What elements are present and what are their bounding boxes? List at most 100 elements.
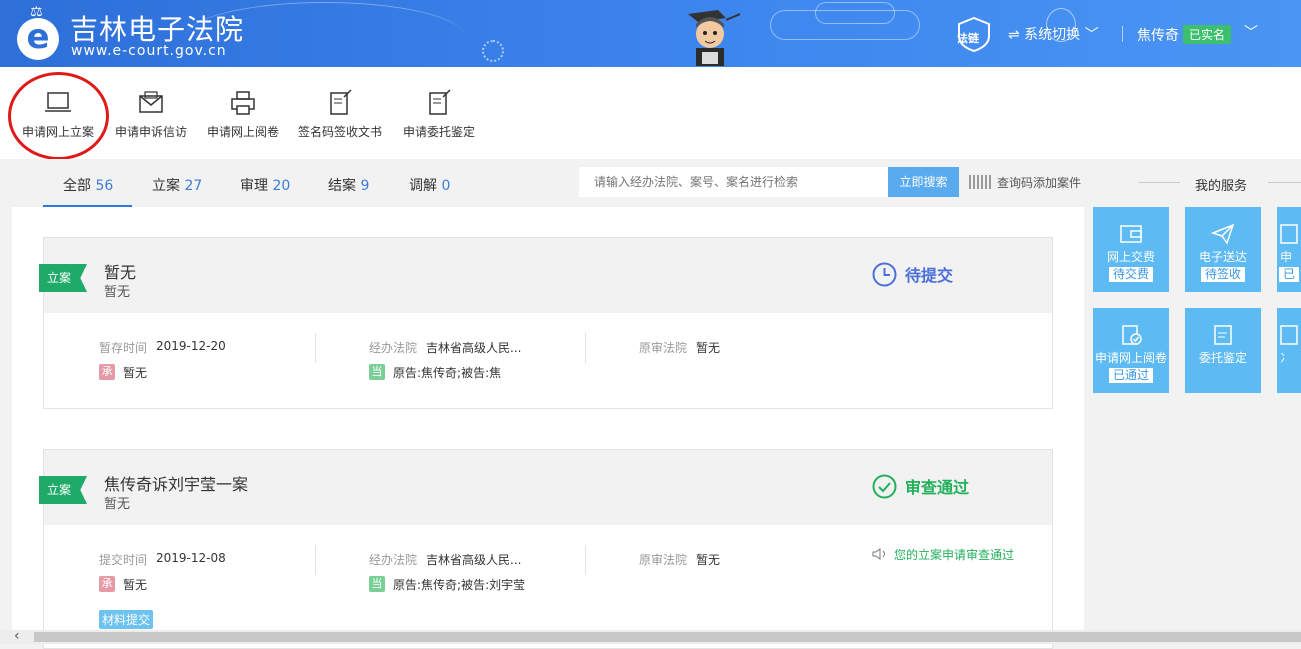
- field-label: 经办法院: [369, 553, 418, 567]
- envelope-icon: [139, 91, 163, 113]
- toolbar-label: 申请网上阅卷: [207, 125, 280, 139]
- document-edit-icon: [429, 89, 451, 115]
- field-value: 暂无: [696, 553, 721, 567]
- user-name[interactable]: 焦传奇: [1137, 25, 1179, 45]
- field-label: 经办法院: [369, 341, 418, 355]
- service-online-payment[interactable]: 网上交费 待交费: [1093, 207, 1169, 292]
- field-value: 暂无: [696, 341, 721, 355]
- case-card[interactable]: 立案 焦传奇诉刘宇莹一案 暂无 审查通过 提交时间 2019-12-08 经办法…: [39, 449, 1053, 649]
- services-title: 我的服务: [1195, 179, 1248, 194]
- case-type-tag: 立案: [39, 476, 87, 504]
- undertaker-badge: 承: [99, 364, 115, 380]
- horizontal-scrollbar[interactable]: ‹: [0, 628, 1301, 644]
- scrollbar-thumb[interactable]: [34, 632, 1301, 642]
- case-status: 审查通过: [872, 474, 969, 499]
- tab-mediation[interactable]: 调解 0: [409, 175, 450, 195]
- tab-label: 调解: [409, 178, 437, 194]
- service-label: 申请网上阅卷: [1094, 351, 1167, 365]
- divider: [1268, 182, 1301, 183]
- party-value: 原告:焦传奇;被告:焦: [393, 366, 502, 380]
- field-label: 原审法院: [639, 341, 688, 355]
- field-value: 吉林省高级人民...: [426, 553, 522, 567]
- case-title[interactable]: 暂无: [104, 259, 136, 283]
- service-appraisal[interactable]: 委托鉴定: [1185, 308, 1261, 393]
- tab-count: 56: [95, 178, 114, 194]
- document-icon: [1280, 325, 1298, 345]
- undertaker-value: 暂无: [123, 366, 148, 380]
- cloud-decoration: [815, 2, 895, 24]
- chevron-down-icon[interactable]: ﹀: [1244, 22, 1258, 42]
- scroll-left-arrow-icon[interactable]: ‹: [14, 628, 20, 644]
- service-badge: 待交费: [1108, 267, 1153, 282]
- site-url: www.e-court.gov.cn: [71, 43, 227, 59]
- service-badge: 已通过: [1108, 368, 1153, 383]
- apply-petition-button[interactable]: 申请申诉信访: [115, 89, 187, 140]
- field-label: 提交时间: [99, 553, 148, 567]
- tab-filing[interactable]: 立案 27: [152, 175, 202, 195]
- speaker-icon: [872, 548, 885, 560]
- service-partial[interactable]: 冫: [1277, 308, 1301, 393]
- tab-trial[interactable]: 审理 20: [240, 175, 290, 195]
- court-logo[interactable]: e: [17, 18, 59, 60]
- document-edit-icon: [1214, 325, 1232, 345]
- field-value: 2019-12-08: [156, 551, 226, 565]
- tab-label: 结案: [328, 178, 356, 194]
- service-label: 冫: [1280, 351, 1293, 365]
- field-label: 暂存时间: [99, 341, 148, 355]
- service-partial[interactable]: 申 已: [1277, 207, 1301, 292]
- tab-all[interactable]: 全部 56: [63, 175, 113, 195]
- column-divider: [315, 545, 316, 575]
- system-switch-button[interactable]: ⇌ 系统切换 ﹀: [1008, 24, 1099, 44]
- check-circle-icon: [872, 474, 897, 499]
- search-input[interactable]: [579, 167, 888, 197]
- barcode-icon: [969, 175, 991, 189]
- service-badge: 已: [1278, 267, 1299, 282]
- service-read-files[interactable]: 申请网上阅卷 已通过: [1093, 308, 1169, 393]
- apply-appraisal-button[interactable]: 申请委托鉴定: [403, 89, 475, 140]
- site-title[interactable]: 吉林电子法院: [70, 8, 244, 48]
- party-badge: 当: [369, 364, 385, 380]
- case-status: 待提交: [872, 262, 953, 287]
- case-notice[interactable]: 您的立案申请审查通过: [872, 546, 1014, 563]
- column-divider: [585, 545, 586, 575]
- toolbar-label: 申请委托鉴定: [403, 125, 476, 139]
- sign-code-receive-button[interactable]: 签名码签收文书: [298, 89, 382, 140]
- field-label: 原审法院: [639, 553, 688, 567]
- mascot-icon: [688, 10, 740, 66]
- case-card[interactable]: 立案 暂无 暂无 待提交 暂存时间 2019-12-20 经办法院 吉林省高级人…: [39, 237, 1053, 409]
- notice-text: 您的立案申请审查通过: [894, 548, 1015, 562]
- case-type-tag: 立案: [39, 264, 87, 292]
- sun-decoration: [482, 40, 504, 62]
- apply-read-files-button[interactable]: 申请网上阅卷: [207, 89, 279, 140]
- service-label: 电子送达: [1198, 250, 1247, 264]
- tab-closed[interactable]: 结案 9: [328, 175, 369, 195]
- tab-label: 审理: [240, 178, 268, 194]
- document-icon: [1280, 224, 1298, 244]
- undertaker-value: 暂无: [123, 578, 148, 592]
- tab-label: 立案: [152, 178, 180, 194]
- tab-count: 9: [360, 178, 370, 194]
- undertaker-badge: 承: [99, 576, 115, 592]
- code-add-label: 查询码添加案件: [997, 176, 1082, 190]
- query-code-add-case-button[interactable]: 查询码添加案件: [969, 174, 1081, 191]
- field-value: 吉林省高级人民...: [426, 341, 522, 355]
- tab-count: 20: [272, 178, 291, 194]
- falian-label[interactable]: 法链: [957, 30, 979, 46]
- case-tabs-bar: 全部 56 立案 27 审理 20 结案 9 调解 0 立即搜索 查询码添加案件…: [0, 159, 1301, 207]
- highlight-circle-annotation: [8, 72, 109, 160]
- search-button[interactable]: 立即搜索: [888, 167, 959, 197]
- case-title[interactable]: 焦传奇诉刘宇莹一案: [104, 471, 248, 495]
- header-divider: [1122, 26, 1123, 42]
- case-number: 暂无: [104, 497, 131, 512]
- service-label: 委托鉴定: [1198, 351, 1247, 365]
- toolbar-label: 签名码签收文书: [298, 125, 383, 139]
- toolbar-label: 申请申诉信访: [115, 125, 188, 139]
- tab-count: 27: [184, 178, 203, 194]
- material-submit-tag[interactable]: 材料提交: [99, 610, 154, 629]
- service-e-delivery[interactable]: 电子送达 待签收: [1185, 207, 1261, 292]
- wallet-icon: [1120, 225, 1142, 243]
- tab-label: 全部: [63, 178, 91, 194]
- case-status-label: 待提交: [905, 266, 954, 285]
- column-divider: [315, 333, 316, 363]
- case-status-label: 审查通过: [905, 478, 970, 497]
